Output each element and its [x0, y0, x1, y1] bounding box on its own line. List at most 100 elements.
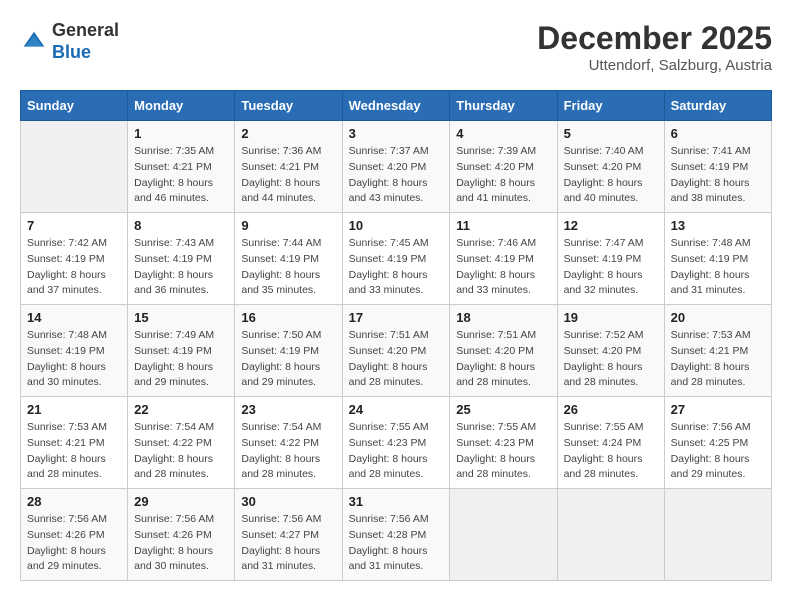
calendar-cell: 7 Sunrise: 7:42 AMSunset: 4:19 PMDaylight…	[21, 213, 128, 305]
day-info: Sunrise: 7:56 AMSunset: 4:26 PMDaylight:…	[134, 512, 228, 575]
day-info: Sunrise: 7:52 AMSunset: 4:20 PMDaylight:…	[564, 328, 658, 391]
day-info: Sunrise: 7:51 AMSunset: 4:20 PMDaylight:…	[349, 328, 444, 391]
day-info: Sunrise: 7:47 AMSunset: 4:19 PMDaylight:…	[564, 236, 658, 299]
day-info: Sunrise: 7:48 AMSunset: 4:19 PMDaylight:…	[27, 328, 121, 391]
weekday-header-thursday: Thursday	[450, 91, 557, 121]
day-info: Sunrise: 7:41 AMSunset: 4:19 PMDaylight:…	[671, 144, 765, 207]
title-area: December 2025 Uttendorf, Salzburg, Austr…	[537, 20, 772, 74]
logo-icon	[20, 28, 48, 56]
weekday-header-monday: Monday	[128, 91, 235, 121]
calendar-cell: 21 Sunrise: 7:53 AMSunset: 4:21 PMDayligh…	[21, 397, 128, 489]
day-number: 13	[671, 218, 765, 233]
day-info: Sunrise: 7:55 AMSunset: 4:23 PMDaylight:…	[349, 420, 444, 483]
calendar-cell: 26 Sunrise: 7:55 AMSunset: 4:24 PMDayligh…	[557, 397, 664, 489]
day-info: Sunrise: 7:54 AMSunset: 4:22 PMDaylight:…	[241, 420, 335, 483]
weekday-header-row: SundayMondayTuesdayWednesdayThursdayFrid…	[21, 91, 772, 121]
day-info: Sunrise: 7:40 AMSunset: 4:20 PMDaylight:…	[564, 144, 658, 207]
day-number: 21	[27, 402, 121, 417]
day-number: 28	[27, 494, 121, 509]
calendar-week-4: 21 Sunrise: 7:53 AMSunset: 4:21 PMDayligh…	[21, 397, 772, 489]
day-info: Sunrise: 7:50 AMSunset: 4:19 PMDaylight:…	[241, 328, 335, 391]
month-title: December 2025	[537, 20, 772, 57]
weekday-header-wednesday: Wednesday	[342, 91, 450, 121]
logo: General Blue	[20, 20, 119, 63]
day-info: Sunrise: 7:56 AMSunset: 4:25 PMDaylight:…	[671, 420, 765, 483]
location-subtitle: Uttendorf, Salzburg, Austria	[537, 57, 772, 74]
day-info: Sunrise: 7:53 AMSunset: 4:21 PMDaylight:…	[671, 328, 765, 391]
day-number: 24	[349, 402, 444, 417]
calendar-cell	[450, 489, 557, 581]
calendar-cell: 17 Sunrise: 7:51 AMSunset: 4:20 PMDayligh…	[342, 305, 450, 397]
day-number: 6	[671, 126, 765, 141]
calendar-cell: 4Sunrise: 7:39 AMSunset: 4:20 PMDaylight…	[450, 121, 557, 213]
day-info: Sunrise: 7:55 AMSunset: 4:24 PMDaylight:…	[564, 420, 658, 483]
day-info: Sunrise: 7:51 AMSunset: 4:20 PMDaylight:…	[456, 328, 550, 391]
calendar-cell: 30 Sunrise: 7:56 AMSunset: 4:27 PMDayligh…	[235, 489, 342, 581]
day-number: 31	[349, 494, 444, 509]
day-number: 11	[456, 218, 550, 233]
calendar-cell: 10 Sunrise: 7:45 AMSunset: 4:19 PMDayligh…	[342, 213, 450, 305]
day-info: Sunrise: 7:48 AMSunset: 4:19 PMDaylight:…	[671, 236, 765, 299]
calendar-cell: 19 Sunrise: 7:52 AMSunset: 4:20 PMDayligh…	[557, 305, 664, 397]
calendar-week-1: 1 Sunrise: 7:35 AMSunset: 4:21 PMDaylight…	[21, 121, 772, 213]
day-info: Sunrise: 7:46 AMSunset: 4:19 PMDaylight:…	[456, 236, 550, 299]
calendar-cell: 13 Sunrise: 7:48 AMSunset: 4:19 PMDayligh…	[664, 213, 771, 305]
calendar-cell: 23Sunrise: 7:54 AMSunset: 4:22 PMDayligh…	[235, 397, 342, 489]
calendar-table: SundayMondayTuesdayWednesdayThursdayFrid…	[20, 90, 772, 581]
calendar-cell: 20 Sunrise: 7:53 AMSunset: 4:21 PMDayligh…	[664, 305, 771, 397]
day-number: 18	[456, 310, 550, 325]
day-info: Sunrise: 7:54 AMSunset: 4:22 PMDaylight:…	[134, 420, 228, 483]
calendar-week-5: 28 Sunrise: 7:56 AMSunset: 4:26 PMDayligh…	[21, 489, 772, 581]
calendar-cell	[664, 489, 771, 581]
day-number: 22	[134, 402, 228, 417]
calendar-cell	[21, 121, 128, 213]
day-number: 9	[241, 218, 335, 233]
day-number: 27	[671, 402, 765, 417]
calendar-cell: 31Sunrise: 7:56 AMSunset: 4:28 PMDayligh…	[342, 489, 450, 581]
calendar-cell: 25Sunrise: 7:55 AMSunset: 4:23 PMDayligh…	[450, 397, 557, 489]
day-number: 7	[27, 218, 121, 233]
day-number: 20	[671, 310, 765, 325]
logo-general: General	[52, 20, 119, 40]
calendar-cell	[557, 489, 664, 581]
logo-text: General Blue	[52, 20, 119, 63]
day-info: Sunrise: 7:55 AMSunset: 4:23 PMDaylight:…	[456, 420, 550, 483]
day-number: 8	[134, 218, 228, 233]
day-info: Sunrise: 7:37 AMSunset: 4:20 PMDaylight:…	[349, 144, 444, 207]
calendar-cell: 1 Sunrise: 7:35 AMSunset: 4:21 PMDaylight…	[128, 121, 235, 213]
weekday-header-tuesday: Tuesday	[235, 91, 342, 121]
calendar-cell: 27 Sunrise: 7:56 AMSunset: 4:25 PMDayligh…	[664, 397, 771, 489]
day-number: 29	[134, 494, 228, 509]
day-info: Sunrise: 7:56 AMSunset: 4:26 PMDaylight:…	[27, 512, 121, 575]
weekday-header-friday: Friday	[557, 91, 664, 121]
day-number: 19	[564, 310, 658, 325]
day-number: 4	[456, 126, 550, 141]
calendar-cell: 14 Sunrise: 7:48 AMSunset: 4:19 PMDayligh…	[21, 305, 128, 397]
calendar-cell: 22 Sunrise: 7:54 AMSunset: 4:22 PMDayligh…	[128, 397, 235, 489]
calendar-cell: 16 Sunrise: 7:50 AMSunset: 4:19 PMDayligh…	[235, 305, 342, 397]
day-number: 14	[27, 310, 121, 325]
day-info: Sunrise: 7:53 AMSunset: 4:21 PMDaylight:…	[27, 420, 121, 483]
day-number: 16	[241, 310, 335, 325]
calendar-week-3: 14 Sunrise: 7:48 AMSunset: 4:19 PMDayligh…	[21, 305, 772, 397]
day-number: 3	[349, 126, 444, 141]
day-number: 17	[349, 310, 444, 325]
day-info: Sunrise: 7:35 AMSunset: 4:21 PMDaylight:…	[134, 144, 228, 207]
calendar-cell: 24 Sunrise: 7:55 AMSunset: 4:23 PMDayligh…	[342, 397, 450, 489]
day-info: Sunrise: 7:56 AMSunset: 4:27 PMDaylight:…	[241, 512, 335, 575]
calendar-cell: 15Sunrise: 7:49 AMSunset: 4:19 PMDayligh…	[128, 305, 235, 397]
calendar-cell: 8 Sunrise: 7:43 AMSunset: 4:19 PMDaylight…	[128, 213, 235, 305]
day-number: 30	[241, 494, 335, 509]
day-info: Sunrise: 7:43 AMSunset: 4:19 PMDaylight:…	[134, 236, 228, 299]
day-number: 10	[349, 218, 444, 233]
day-info: Sunrise: 7:49 AMSunset: 4:19 PMDaylight:…	[134, 328, 228, 391]
calendar-cell: 9Sunrise: 7:44 AMSunset: 4:19 PMDaylight…	[235, 213, 342, 305]
day-info: Sunrise: 7:42 AMSunset: 4:19 PMDaylight:…	[27, 236, 121, 299]
calendar-cell: 2Sunrise: 7:36 AMSunset: 4:21 PMDaylight…	[235, 121, 342, 213]
day-number: 1	[134, 126, 228, 141]
day-number: 2	[241, 126, 335, 141]
day-number: 26	[564, 402, 658, 417]
calendar-cell: 6 Sunrise: 7:41 AMSunset: 4:19 PMDaylight…	[664, 121, 771, 213]
day-info: Sunrise: 7:45 AMSunset: 4:19 PMDaylight:…	[349, 236, 444, 299]
calendar-cell: 28 Sunrise: 7:56 AMSunset: 4:26 PMDayligh…	[21, 489, 128, 581]
